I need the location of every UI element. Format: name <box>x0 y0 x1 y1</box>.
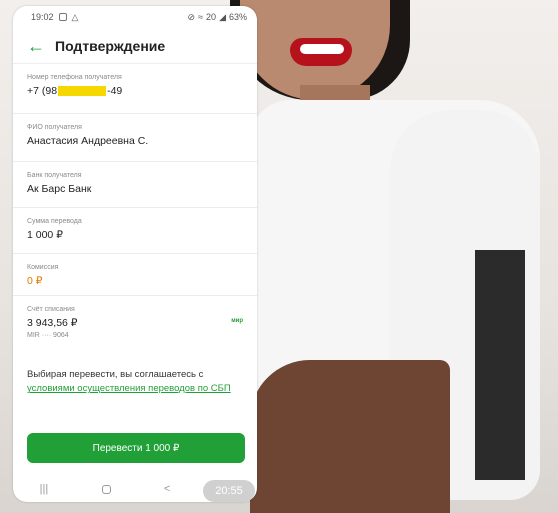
debit-card-number: МIR ···· 9064 <box>27 332 69 339</box>
recording-timer: 20:55 <box>203 480 255 502</box>
background-dark-object <box>475 250 525 480</box>
recipient-phone-label: Номер телефона получателя <box>27 74 122 81</box>
alert-icon: △ <box>71 11 79 22</box>
battery-level: 63% <box>228 12 247 22</box>
fee-field: Комиссия 0 ₽ <box>13 254 257 296</box>
nav-back-icon[interactable]: < <box>164 483 170 495</box>
transfer-button[interactable]: Перевести 1 000 ₽ <box>27 433 245 463</box>
mute-icon: ⊘ <box>187 11 196 22</box>
debit-account-balance: 3 943,56 ₽ <box>27 317 78 329</box>
notification-icon <box>58 13 67 21</box>
fee-value: 0 ₽ <box>27 275 43 287</box>
agreement-prefix: Выбирая перевести, вы соглашаетесь с <box>27 369 204 380</box>
recipient-phone-value: +7 (98 -49 <box>27 85 243 97</box>
phone-redaction-highlight <box>58 86 107 96</box>
debit-account-field[interactable]: Счёт списания 3 943,56 ₽ мир МIR ···· 90… <box>13 296 257 358</box>
wifi-icon: ≈ <box>198 12 204 22</box>
network-label: 20 <box>206 12 217 22</box>
teeth-shape <box>300 44 344 54</box>
recipient-bank-value: Ак Барс Банк <box>27 183 92 195</box>
app-header: ← Подтверждение <box>13 28 257 64</box>
status-time: 19:02 <box>31 12 54 22</box>
recent-apps-icon[interactable]: ||| <box>40 483 49 495</box>
signal-icon: ◢ <box>219 11 226 22</box>
status-bar: 19:02 △ ⊘ ≈ 20 ◢ 63% <box>13 6 257 28</box>
phone-screen: 19:02 △ ⊘ ≈ 20 ◢ 63% ← Подтверждение Ном… <box>13 6 257 502</box>
agreement-terms-link[interactable]: условиями осуществления переводов по СБП <box>27 383 231 394</box>
back-arrow-icon[interactable]: ← <box>27 37 55 55</box>
recipient-name-field: ФИО получателя Анастасия Андреевна С. <box>13 114 257 162</box>
home-icon[interactable] <box>101 484 111 494</box>
recipient-phone-field: Номер телефона получателя +7 (98 -49 <box>13 64 257 114</box>
transfer-amount-field: Сумма перевода 1 000 ₽ <box>13 208 257 254</box>
agreement-text: Выбирая перевести, вы соглашаетесь с усл… <box>13 358 257 397</box>
mir-logo-icon: мир <box>231 318 243 324</box>
recipient-bank-label: Банк получателя <box>27 172 82 179</box>
phone-suffix: -49 <box>107 85 123 97</box>
transfer-amount-value: 1 000 ₽ <box>27 229 63 241</box>
phone-prefix: +7 (98 <box>27 85 58 97</box>
transfer-amount-label: Сумма перевода <box>27 218 82 225</box>
page-title: Подтверждение <box>55 37 166 54</box>
waist-shape <box>250 360 450 513</box>
debit-account-label: Счёт списания <box>27 306 75 313</box>
recipient-bank-field: Банк получателя Ак Барс Банк <box>13 162 257 208</box>
recipient-name-value: Анастасия Андреевна С. <box>27 135 149 147</box>
recipient-name-label: ФИО получателя <box>27 124 82 131</box>
fee-label: Комиссия <box>27 264 59 271</box>
